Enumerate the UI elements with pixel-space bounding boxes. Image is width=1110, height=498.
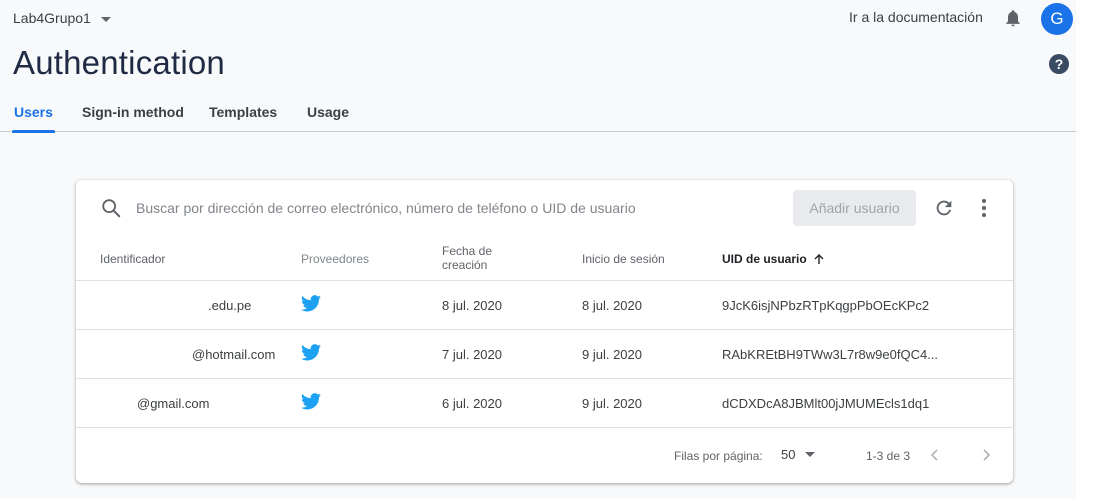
row-identifier: @gmail.com bbox=[137, 396, 210, 411]
add-user-button[interactable]: Añadir usuario bbox=[793, 190, 916, 226]
row-uid: dCDXDcA8JBMlt00jJMUMEcls1dq1 bbox=[722, 396, 930, 411]
column-created-line1: Fecha de bbox=[442, 244, 493, 258]
column-providers: Proveedores bbox=[301, 252, 370, 266]
tab-bar: Users Sign-in method Templates Usage bbox=[0, 96, 1076, 133]
search-input[interactable] bbox=[136, 194, 696, 222]
bell-icon[interactable] bbox=[1003, 8, 1023, 28]
twitter-icon bbox=[301, 393, 321, 410]
chevron-down-icon bbox=[100, 16, 111, 22]
twitter-icon bbox=[301, 344, 321, 361]
twitter-icon bbox=[301, 295, 321, 312]
console-page: Lab4Grupo1 Ir a la documentación G Authe… bbox=[0, 0, 1076, 498]
row-created: 7 jul. 2020 bbox=[442, 347, 502, 362]
chevron-right-icon[interactable] bbox=[979, 447, 993, 463]
row-signed-in: 8 jul. 2020 bbox=[582, 298, 642, 313]
avatar[interactable]: G bbox=[1041, 3, 1073, 35]
users-card: Añadir usuario Identificador Proveedores… bbox=[76, 180, 1013, 483]
rows-per-page-value: 50 bbox=[781, 447, 796, 462]
refresh-icon[interactable] bbox=[933, 197, 955, 219]
project-selector[interactable]: Lab4Grupo1 bbox=[13, 10, 111, 26]
arrow-up-icon bbox=[814, 254, 824, 264]
page-range: 1-3 de 3 bbox=[866, 449, 911, 463]
column-created-line2: creación bbox=[442, 258, 488, 272]
row-uid: RAbKREtBH9TWw3L7r8w9e0fQC4... bbox=[722, 347, 939, 362]
tab-users[interactable]: Users bbox=[12, 104, 55, 133]
column-uid[interactable]: UID de usuario bbox=[722, 252, 825, 266]
tab-sign-in-method[interactable]: Sign-in method bbox=[82, 104, 184, 132]
pagination: Filas por página: 50 1-3 de 3 bbox=[76, 428, 1013, 483]
documentation-link[interactable]: Ir a la documentación bbox=[849, 9, 983, 25]
row-identifier: @hotmail.com bbox=[192, 347, 276, 362]
chevron-left-icon[interactable] bbox=[928, 447, 942, 463]
row-signed-in: 9 jul. 2020 bbox=[582, 347, 642, 362]
tab-usage[interactable]: Usage bbox=[307, 104, 349, 132]
row-identifier: .edu.pe bbox=[208, 298, 252, 313]
chevron-down-icon bbox=[805, 452, 816, 457]
rows-per-page-select[interactable]: 50 bbox=[781, 447, 816, 462]
page-title: Authentication bbox=[13, 44, 225, 81]
row-created: 8 jul. 2020 bbox=[442, 298, 502, 313]
table-row[interactable]: @gmail.com 6 jul. 2020 9 jul. 2020 dCDXD… bbox=[76, 379, 1013, 428]
search-icon bbox=[102, 199, 121, 218]
row-created: 6 jul. 2020 bbox=[442, 396, 502, 411]
column-signed-in[interactable]: Inicio de sesión bbox=[582, 252, 665, 266]
table-row[interactable]: @hotmail.com 7 jul. 2020 9 jul. 2020 RAb… bbox=[76, 330, 1013, 379]
table-header: Identificador Proveedores Fecha de creac… bbox=[76, 236, 1013, 281]
column-identifier[interactable]: Identificador bbox=[100, 252, 165, 266]
tab-templates[interactable]: Templates bbox=[209, 104, 277, 132]
top-bar: Lab4Grupo1 Ir a la documentación G bbox=[0, 0, 1076, 38]
row-uid: 9JcK6isjNPbzRTpKqgpPbOEcKPc2 bbox=[722, 298, 930, 313]
project-name: Lab4Grupo1 bbox=[13, 10, 91, 26]
help-icon[interactable]: ? bbox=[1049, 54, 1069, 74]
row-signed-in: 9 jul. 2020 bbox=[582, 396, 642, 411]
column-created[interactable]: Fecha de creación bbox=[442, 244, 492, 272]
table-row[interactable]: .edu.pe 8 jul. 2020 8 jul. 2020 9JcK6isj… bbox=[76, 281, 1013, 330]
more-vert-icon[interactable] bbox=[975, 197, 993, 219]
column-uid-label: UID de usuario bbox=[722, 252, 807, 266]
rows-per-page-label: Filas por página: bbox=[674, 449, 763, 463]
